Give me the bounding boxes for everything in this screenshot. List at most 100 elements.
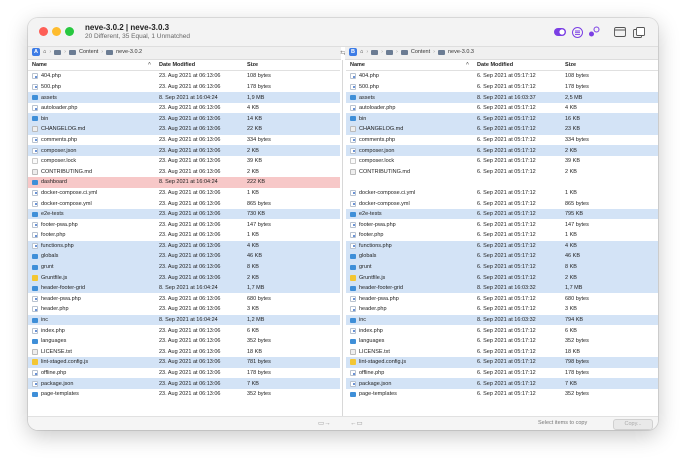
- minimize-window-button[interactable]: [52, 27, 61, 36]
- table-row[interactable]: docker-compose.ci.yml 6. Sep 2021 at 05:1…: [346, 188, 658, 199]
- table-row[interactable]: header-pwa.php 23. Aug 2021 at 06:13:06 68…: [28, 293, 340, 304]
- table-row[interactable]: bin 23. Aug 2021 at 06:13:06 14 KB: [28, 113, 340, 124]
- table-row[interactable]: grunt 23. Aug 2021 at 06:13:06 8 KB: [28, 261, 340, 273]
- breadcrumb-current[interactable]: neve-3.0.3: [448, 49, 474, 55]
- table-row[interactable]: 404.php 23. Aug 2021 at 06:13:06 108 bytes: [28, 71, 340, 82]
- toggle-icon[interactable]: [553, 25, 567, 39]
- table-row[interactable]: languages 6. Sep 2021 at 05:17:12 352 byte…: [346, 336, 658, 347]
- table-row[interactable]: comments.php 23. Aug 2021 at 06:13:06 334 …: [28, 135, 340, 146]
- lock-file-icon: [350, 158, 356, 165]
- table-row[interactable]: CONTRIBUTING.md 6. Sep 2021 at 05:17:12 2 …: [346, 166, 658, 177]
- file-size: 1 KB: [247, 189, 259, 196]
- file-size: 4 KB: [247, 242, 259, 249]
- home-icon[interactable]: ⌂: [360, 49, 363, 55]
- breadcrumb-current[interactable]: neve-3.0.2: [116, 49, 142, 55]
- table-row[interactable]: package.json 6. Sep 2021 at 05:17:12 7 KB: [346, 378, 658, 389]
- table-row[interactable]: package.json 23. Aug 2021 at 06:13:06 7 KB: [28, 378, 340, 389]
- table-row[interactable]: functions.php 23. Aug 2021 at 06:13:06 4 K…: [28, 240, 340, 252]
- table-row[interactable]: grunt 6. Sep 2021 at 05:17:12 8 KB: [346, 261, 658, 273]
- table-row[interactable]: languages 23. Aug 2021 at 06:13:06 352 byt…: [28, 336, 340, 347]
- table-row[interactable]: header.php 6. Sep 2021 at 05:17:12 3 KB: [346, 304, 658, 315]
- table-row[interactable]: functions.php 6. Sep 2021 at 05:17:12 4 KB: [346, 240, 658, 252]
- table-row[interactable]: comments.php 6. Sep 2021 at 05:17:12 334 b…: [346, 135, 658, 146]
- table-row[interactable]: docker-compose.yml 23. Aug 2021 at 06:13:…: [28, 198, 340, 209]
- date-modified: 23. Aug 2021 at 06:13:06: [159, 348, 221, 355]
- table-row[interactable]: e2e-tests 23. Aug 2021 at 06:13:06 730 KB: [28, 208, 340, 220]
- table-row[interactable]: footer-pwa.php 6. Sep 2021 at 05:17:12 147…: [346, 219, 658, 230]
- table-row[interactable]: index.php 6. Sep 2021 at 05:17:12 6 KB: [346, 325, 658, 336]
- table-row[interactable]: footer.php 6. Sep 2021 at 05:17:12 1 KB: [346, 230, 658, 241]
- copy-right-icon[interactable]: ▭→: [318, 419, 331, 427]
- table-row[interactable]: inc 8. Sep 2021 at 16:03:32 794 KB: [346, 314, 658, 326]
- home-icon[interactable]: ⌂: [43, 49, 46, 55]
- compare-icon[interactable]: [587, 25, 601, 39]
- table-row[interactable]: globals 23. Aug 2021 at 06:13:06 46 KB: [28, 251, 340, 262]
- table-row[interactable]: index.php 23. Aug 2021 at 06:13:06 6 KB: [28, 325, 340, 336]
- sidebar-icon[interactable]: [613, 25, 627, 39]
- list-filter-icon[interactable]: [570, 25, 584, 39]
- table-row[interactable]: page-templates 6. Sep 2021 at 05:17:12 352…: [346, 389, 658, 400]
- window-icon[interactable]: [632, 25, 646, 39]
- table-row[interactable]: header-footer-grid 8. Sep 2021 at 16:03:3…: [346, 282, 658, 294]
- table-row[interactable]: footer-pwa.php 23. Aug 2021 at 06:13:06 14…: [28, 219, 340, 230]
- table-row[interactable]: CHANGELOG.md 23. Aug 2021 at 06:13:06 22 K…: [28, 123, 340, 135]
- table-row[interactable]: composer.lock 23. Aug 2021 at 06:13:06 39 …: [28, 156, 340, 167]
- table-row[interactable]: Gruntfile.js 23. Aug 2021 at 06:13:06 2 KB: [28, 272, 340, 283]
- size-column-header[interactable]: Size: [565, 62, 576, 68]
- table-row[interactable]: header-pwa.php 6. Sep 2021 at 05:17:12 680…: [346, 293, 658, 304]
- date-modified: 23. Aug 2021 at 06:13:06: [159, 253, 221, 260]
- copy-button[interactable]: Copy...: [613, 419, 653, 430]
- table-row[interactable]: composer.lock 6. Sep 2021 at 05:17:12 39 K…: [346, 156, 658, 167]
- zoom-window-button[interactable]: [65, 27, 74, 36]
- table-row[interactable]: globals 6. Sep 2021 at 05:17:12 46 KB: [346, 251, 658, 262]
- sort-ascending-icon: ^: [466, 62, 469, 68]
- table-row[interactable]: inc 8. Sep 2021 at 16:04:24 1,2 MB: [28, 314, 340, 326]
- table-row[interactable]: LICENSE.txt 23. Aug 2021 at 06:13:06 18 KB: [28, 346, 340, 357]
- date-column-header[interactable]: Date Modified: [159, 62, 195, 68]
- table-row[interactable]: autoloader.php 23. Aug 2021 at 06:13:06 4 …: [28, 103, 340, 114]
- table-row[interactable]: lint-staged.config.js 23. Aug 2021 at 06:…: [28, 357, 340, 368]
- left-file-list[interactable]: Name ^ Date Modified Size 404.php 23. Aug…: [28, 60, 340, 416]
- breadcrumb-content[interactable]: Content: [411, 49, 430, 55]
- table-row[interactable]: CHANGELOG.md 6. Sep 2021 at 05:17:12 23 KB: [346, 123, 658, 135]
- table-row[interactable]: 404.php 6. Sep 2021 at 05:17:12 108 bytes: [346, 71, 658, 82]
- name-column-header[interactable]: Name: [32, 62, 47, 68]
- table-row[interactable]: autoloader.php 6. Sep 2021 at 05:17:12 4 K…: [346, 103, 658, 114]
- table-row[interactable]: assets 8. Sep 2021 at 16:04:24 1,9 MB: [28, 92, 340, 103]
- table-row[interactable]: e2e-tests 6. Sep 2021 at 05:17:12 795 KB: [346, 208, 658, 220]
- close-window-button[interactable]: [39, 27, 48, 36]
- table-row[interactable]: footer.php 23. Aug 2021 at 06:13:06 1 KB: [28, 230, 340, 241]
- file-name: languages: [359, 338, 385, 345]
- table-row[interactable]: page-templates 23. Aug 2021 at 06:13:06 35…: [28, 389, 340, 400]
- table-row[interactable]: 500.php 23. Aug 2021 at 06:13:06 178 bytes: [28, 82, 340, 93]
- table-row[interactable]: header-footer-grid 8. Sep 2021 at 16:04:2…: [28, 282, 340, 294]
- table-row[interactable]: offline.php 23. Aug 2021 at 06:13:06 178 b…: [28, 368, 340, 379]
- table-row[interactable]: composer.json 23. Aug 2021 at 06:13:06 2 K…: [28, 145, 340, 156]
- table-row[interactable]: dashboard 8. Sep 2021 at 16:04:24 222 KB: [28, 176, 340, 188]
- table-row[interactable]: docker-compose.ci.yml 23. Aug 2021 at 06:…: [28, 188, 340, 199]
- table-row[interactable]: [346, 177, 658, 188]
- table-row[interactable]: LICENSE.txt 6. Sep 2021 at 05:17:12 18 KB: [346, 346, 658, 357]
- table-row[interactable]: bin 6. Sep 2021 at 05:17:12 16 KB: [346, 113, 658, 124]
- file-name: header-footer-grid: [41, 285, 86, 292]
- name-column-header[interactable]: Name: [350, 62, 365, 68]
- size-column-header[interactable]: Size: [247, 62, 258, 68]
- table-row[interactable]: docker-compose.yml 6. Sep 2021 at 05:17:1…: [346, 198, 658, 209]
- pane-divider[interactable]: [342, 60, 343, 416]
- table-row[interactable]: CONTRIBUTING.md 23. Aug 2021 at 06:13:06 2…: [28, 166, 340, 177]
- table-row[interactable]: lint-staged.config.js 6. Sep 2021 at 05:1…: [346, 357, 658, 368]
- breadcrumb-content[interactable]: Content: [79, 49, 98, 55]
- php-file-icon: [32, 242, 38, 249]
- table-row[interactable]: header.php 23. Aug 2021 at 06:13:06 3 KB: [28, 304, 340, 315]
- table-row[interactable]: composer.json 6. Sep 2021 at 05:17:12 2 KB: [346, 145, 658, 156]
- table-row[interactable]: offline.php 6. Sep 2021 at 05:17:12 178 by…: [346, 368, 658, 379]
- date-modified: 8. Sep 2021 at 16:04:24: [159, 179, 218, 186]
- table-row[interactable]: Gruntfile.js 6. Sep 2021 at 05:17:12 2 KB: [346, 272, 658, 283]
- date-column-header[interactable]: Date Modified: [477, 62, 513, 68]
- file-name: globals: [359, 253, 377, 260]
- table-row[interactable]: assets 8. Sep 2021 at 16:03:37 2,5 MB: [346, 92, 658, 103]
- copy-left-icon[interactable]: ←▭: [350, 419, 363, 427]
- php-file-icon: [32, 147, 38, 154]
- table-row[interactable]: 500.php 6. Sep 2021 at 05:17:12 178 bytes: [346, 82, 658, 93]
- right-file-list[interactable]: Name ^ Date Modified Size 404.php 6. Sep …: [346, 60, 658, 416]
